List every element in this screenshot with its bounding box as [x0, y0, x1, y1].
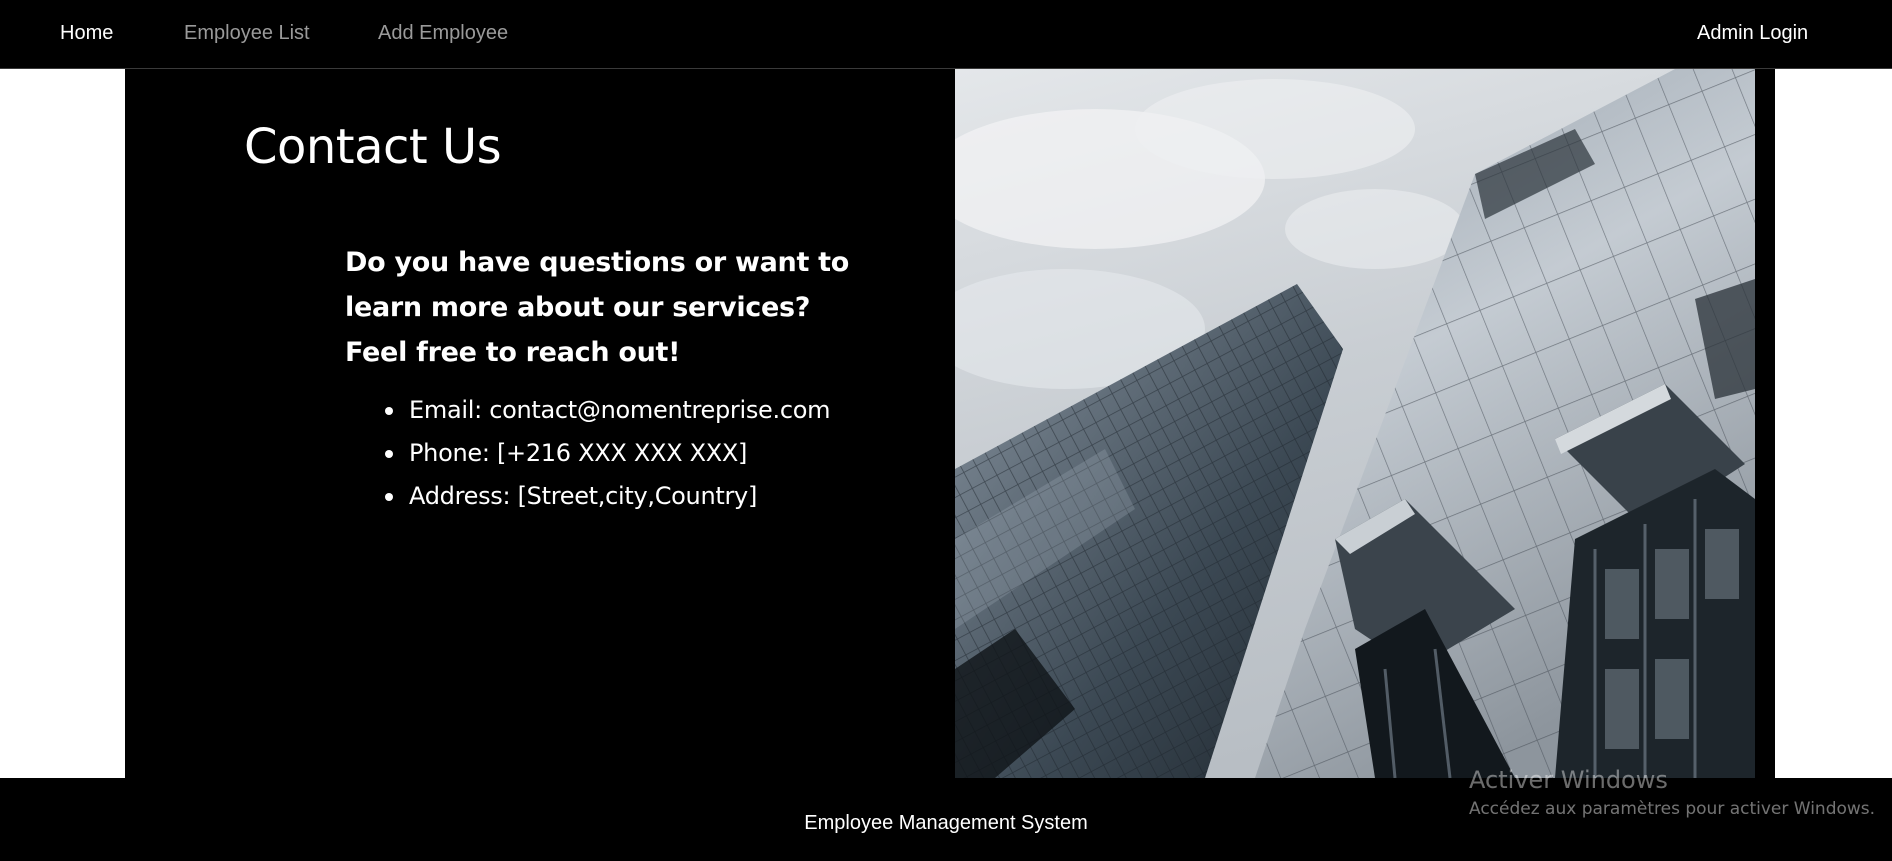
activate-windows-title: Activer Windows [1469, 766, 1668, 794]
contact-email-text: Email: contact@nomentreprise.com [409, 396, 831, 424]
activate-windows-subtitle: Accédez aux paramètres pour activer Wind… [1469, 799, 1876, 819]
contact-section: Contact Us Do you have questions or want… [125, 69, 1775, 778]
contact-intro-text: Do you have questions or want to learn m… [345, 247, 850, 368]
nav-admin-login-link[interactable]: Admin Login [1697, 22, 1808, 45]
bullet-icon [385, 493, 393, 501]
contact-address-text: Address: [Street,city,Country] [409, 482, 758, 510]
nav-add-employee-link[interactable]: Add Employee [378, 22, 508, 45]
building-photo [955, 69, 1755, 778]
top-navbar: Home Employee List Add Employee Admin Lo… [0, 0, 1892, 69]
contact-phone-text: Phone: [+216 XXX XXX XXX] [409, 439, 748, 467]
contact-info-list: Email: contact@nomentreprise.com Phone: … [385, 389, 831, 518]
nav-employee-list-link[interactable]: Employee List [184, 22, 310, 45]
contact-phone-item: Phone: [+216 XXX XXX XXX] [385, 432, 830, 475]
contact-address-item: Address: [Street,city,Country] [385, 475, 830, 518]
bullet-icon [385, 407, 393, 415]
bullet-icon [385, 450, 393, 458]
nav-home-link[interactable]: Home [60, 22, 113, 45]
page-title: Contact Us [244, 119, 502, 175]
contact-email-item: Email: contact@nomentreprise.com [385, 389, 831, 432]
